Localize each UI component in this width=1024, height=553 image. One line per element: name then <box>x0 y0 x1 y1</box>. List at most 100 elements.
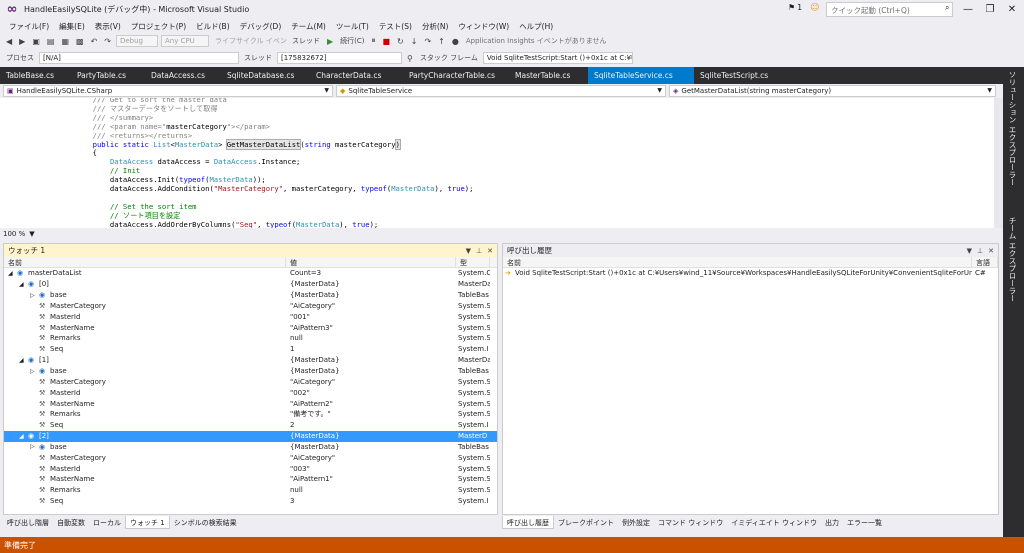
watch-value[interactable]: {MasterData} <box>286 431 456 442</box>
expand-arrow-icon[interactable]: ▷ <box>30 368 39 375</box>
tab-sqlitetableservice[interactable]: SqliteTableService.cs <box>588 67 694 84</box>
tab-sqlitedatabase[interactable]: SqliteDatabase.cs <box>221 67 310 84</box>
tab-error-list[interactable]: エラー一覧 <box>843 516 886 529</box>
watch-value[interactable]: null <box>286 485 456 496</box>
editor-vertical-scrollbar[interactable] <box>994 98 1003 228</box>
expand-arrow-icon[interactable]: ▷ <box>30 443 39 450</box>
menu-team[interactable]: チーム(M) <box>286 21 331 32</box>
watch-value[interactable]: {MasterData} <box>286 442 456 453</box>
watch-row[interactable]: ◢ ◉ [2] {MasterData} MasterD <box>4 430 497 442</box>
header-value[interactable]: 値 <box>286 257 456 267</box>
tab-watch-1[interactable]: ウォッチ 1 <box>125 516 170 529</box>
watch-value[interactable]: {MasterData} <box>286 355 456 366</box>
watch-row[interactable]: ⚒ Remarks null System.S <box>4 333 497 344</box>
zoom-level[interactable]: 100 % <box>3 230 25 239</box>
watch-row[interactable]: ⚒ Remarks null System.S <box>4 485 497 496</box>
close-icon[interactable]: ✕ <box>988 247 994 255</box>
tab-find-symbol-results[interactable]: シンボルの検索結果 <box>170 516 241 529</box>
class-combo[interactable]: ◆ SqliteTableService ▼ <box>336 85 666 97</box>
tab-partycharactertable[interactable]: PartyCharacterTable.cs <box>403 67 509 84</box>
stop-icon[interactable]: ■ <box>380 37 392 46</box>
menu-view[interactable]: 表示(V) <box>90 21 126 32</box>
maximize-button[interactable]: ❐ <box>979 0 1001 19</box>
config-combo[interactable]: Debug <box>115 35 158 47</box>
chevron-down-icon[interactable]: ▼ <box>29 230 34 239</box>
tab-characterdata[interactable]: CharacterData.cs <box>310 67 403 84</box>
platform-combo[interactable]: Any CPU <box>160 35 209 47</box>
pin-icon[interactable]: ⊥ <box>476 247 482 255</box>
header-type[interactable]: 型 <box>456 257 490 267</box>
collapse-arrow-icon[interactable]: ◢ <box>19 433 28 440</box>
tab-mastertable[interactable]: MasterTable.cs <box>509 67 588 84</box>
member-combo[interactable]: ◈ GetMasterDataList(string masterCategor… <box>669 85 996 97</box>
new-project-icon[interactable]: ▣ <box>30 37 42 46</box>
watch-value[interactable]: "001" <box>286 311 456 322</box>
lifecycle-events[interactable]: ライフサイクル イベント <box>212 35 287 47</box>
search-icon[interactable]: ⌕ <box>945 3 949 13</box>
save-all-icon[interactable]: ▩ <box>74 37 86 46</box>
close-button[interactable]: ✕ <box>1001 0 1023 19</box>
tab-locals[interactable]: ローカル <box>89 516 125 529</box>
pin-icon[interactable]: ⊥ <box>977 247 983 255</box>
continue-icon[interactable]: ▶ <box>325 37 335 46</box>
step-into-icon[interactable]: ↓ <box>409 37 420 46</box>
step-out-icon[interactable]: ↑ <box>436 37 447 46</box>
header-name[interactable]: 名前 <box>4 257 286 267</box>
watch-value[interactable]: "003" <box>286 463 456 474</box>
watch-value[interactable]: 3 <box>286 496 456 507</box>
tab-tablebase[interactable]: TableBase.cs <box>0 67 71 84</box>
tab-dataaccess[interactable]: DataAccess.cs <box>145 67 221 84</box>
expand-arrow-icon[interactable]: ▷ <box>30 292 39 299</box>
restart-icon[interactable]: ↻ <box>395 37 406 46</box>
tab-autos[interactable]: 自動変数 <box>53 516 89 529</box>
project-combo[interactable]: ▣ HandleEasilySQLite.CSharp ▼ <box>3 85 333 97</box>
team-explorer-tab[interactable]: チーム エクスプローラー <box>1007 217 1018 302</box>
step-over-icon[interactable]: ↷ <box>422 37 433 46</box>
code-text[interactable]: /// Get to sort the master data /// マスター… <box>58 98 474 228</box>
watch-value[interactable]: "AiPattern1" <box>286 474 456 485</box>
tab-breakpoints[interactable]: ブレークポイント <box>554 516 618 529</box>
save-icon[interactable]: ▦ <box>59 37 71 46</box>
watch-row[interactable]: ⚒ Seq 3 System.I <box>4 496 497 507</box>
solution-explorer-tab[interactable]: ソリューション エクスプローラー <box>1007 71 1018 186</box>
menu-tools[interactable]: ツール(T) <box>331 21 374 32</box>
watch-row[interactable]: ⚒ MasterCategory "AiCategory" System.S <box>4 301 497 312</box>
breakpoint-icon[interactable]: ● <box>450 37 461 46</box>
watch-row[interactable]: ⚒ MasterId "002" System.S <box>4 387 497 398</box>
tab-sqlitetestscript[interactable]: SqliteTestScript.cs <box>694 67 804 84</box>
watch-value[interactable]: "AiCategory" <box>286 452 456 463</box>
stackframe-combo[interactable]: Void SqliteTestScript:Start ()+0x1c at C… <box>482 52 633 64</box>
tab-partytable[interactable]: PartyTable.cs <box>71 67 145 84</box>
thread-combo[interactable]: [175832672] <box>277 52 402 64</box>
forward-icon[interactable]: ▶ <box>17 37 27 46</box>
undo-icon[interactable]: ↶ <box>89 37 100 46</box>
close-icon[interactable]: ✕ <box>487 247 493 255</box>
pause-icon[interactable]: ⏸ <box>369 36 377 46</box>
watch-value[interactable]: 2 <box>286 420 456 431</box>
watch-row[interactable]: ◢ ◉ [0] {MasterData} MasterDa <box>4 279 497 290</box>
watch-value[interactable]: "AiPattern2" <box>286 398 456 409</box>
tab-immediate-window[interactable]: イミディエイト ウィンドウ <box>727 516 821 529</box>
watch-value[interactable]: "備考です。" <box>286 409 456 420</box>
menu-test[interactable]: テスト(S) <box>374 21 417 32</box>
watch-value[interactable]: "AiPattern3" <box>286 322 456 333</box>
watch-row[interactable]: ⚒ MasterId "003" System.S <box>4 463 497 474</box>
tab-command-window[interactable]: コマンド ウィンドウ <box>654 516 727 529</box>
menu-debug[interactable]: デバッグ(D) <box>235 21 287 32</box>
tab-call-stack[interactable]: 呼び出し履歴 <box>502 516 554 529</box>
watch-row[interactable]: ⚒ Remarks "備考です。" System.S <box>4 409 497 420</box>
watch-row[interactable]: ▷ ◉ base {MasterData} TableBas <box>4 442 497 453</box>
watch-value[interactable]: null <box>286 333 456 344</box>
redo-icon[interactable]: ↷ <box>102 37 113 46</box>
watch-row[interactable]: ◢ ◉ masterDataList Count=3 System.C <box>4 268 497 279</box>
continue-button[interactable]: 続行(C) <box>338 36 366 46</box>
watch-value[interactable]: "AiCategory" <box>286 301 456 312</box>
menu-project[interactable]: プロジェクト(P) <box>126 21 191 32</box>
menu-build[interactable]: ビルド(B) <box>191 21 235 32</box>
watch-row[interactable]: ⚒ MasterName "AiPattern1" System.S <box>4 474 497 485</box>
collapse-arrow-icon[interactable]: ◢ <box>8 270 17 277</box>
minimize-button[interactable]: — <box>957 0 979 19</box>
header-language[interactable]: 言語 <box>972 257 998 267</box>
back-icon[interactable]: ◀ <box>4 37 14 46</box>
menu-help[interactable]: ヘルプ(H) <box>514 21 558 32</box>
